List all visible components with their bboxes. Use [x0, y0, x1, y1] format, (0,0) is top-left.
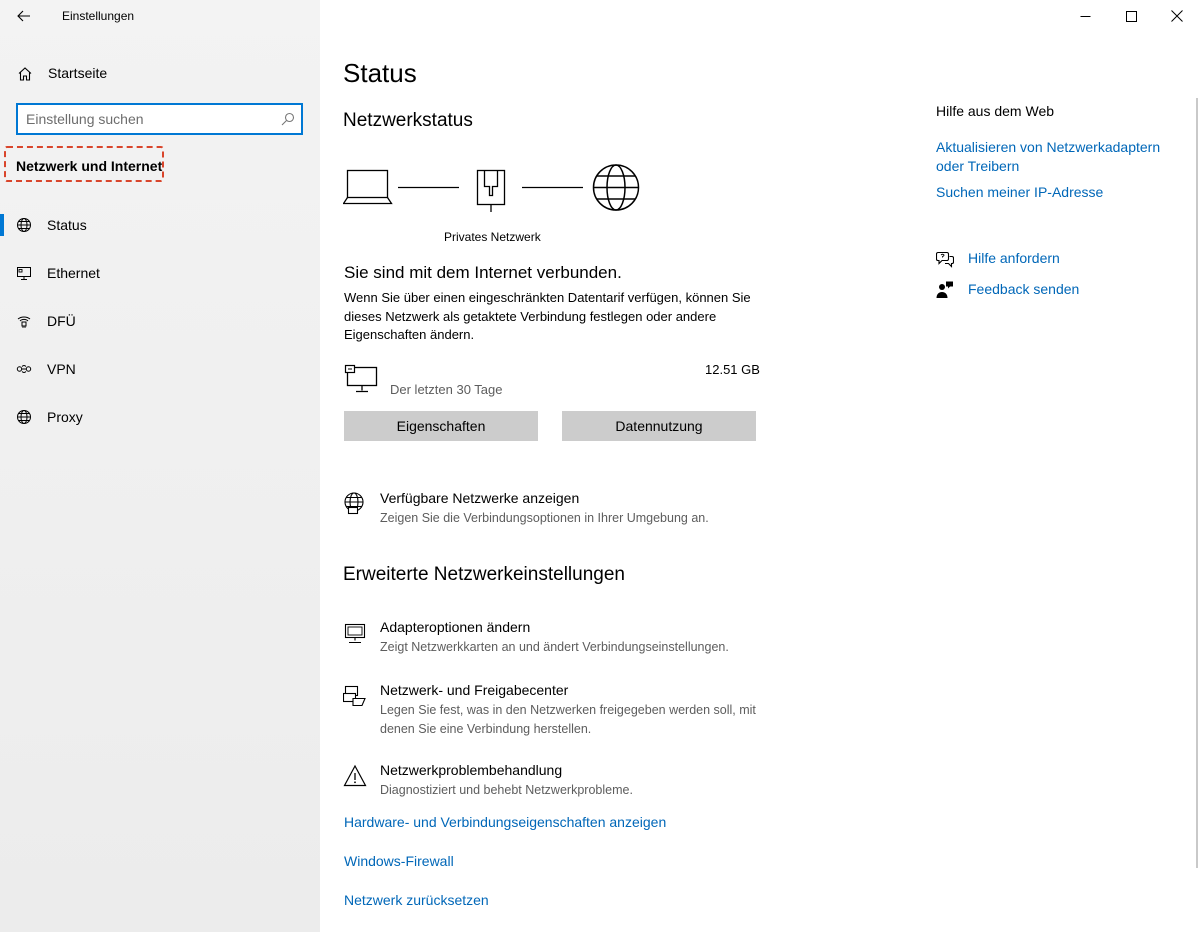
hardware-properties-link[interactable]: Hardware- und Verbindungseigenschaften a…	[344, 814, 666, 830]
main-content: Status Netzwerkstatus Privates Netzwerk …	[320, 0, 1200, 932]
home-icon	[18, 67, 32, 81]
sidebar: Einstellungen Startseite Netzwerk und In…	[0, 0, 320, 932]
close-button[interactable]	[1154, 0, 1200, 32]
home-link[interactable]: Startseite	[0, 58, 320, 88]
get-help-link[interactable]: Hilfe anfordern	[936, 248, 1136, 270]
send-feedback-label: Feedback senden	[968, 281, 1080, 297]
list-item-title: Verfügbare Netzwerke anzeigen	[380, 490, 580, 506]
globe-network-icon	[344, 492, 364, 515]
ethernet-adapter-icon	[344, 364, 378, 393]
maximize-button[interactable]	[1108, 0, 1154, 32]
data-usage-amount: 12.51 GB	[705, 362, 760, 377]
list-item-subtitle: Legen Sie fest, was in den Netzwerken fr…	[380, 703, 756, 736]
data-usage-button[interactable]: Datennutzung	[562, 411, 756, 441]
back-arrow-icon	[17, 10, 30, 22]
maximize-icon	[1125, 10, 1137, 22]
send-feedback-link[interactable]: Feedback senden	[936, 279, 1136, 301]
connection-status: Sie sind mit dem Internet verbunden.	[344, 263, 622, 282]
list-item-subtitle: Zeigt Netzwerkkarten an und ändert Verbi…	[380, 640, 729, 654]
find-ip-link[interactable]: Suchen meiner IP-Adresse	[936, 183, 1103, 202]
update-adapters-link[interactable]: Aktualisieren von Netzwerkadaptern oder …	[936, 138, 1176, 175]
back-button[interactable]	[12, 4, 36, 28]
dialup-icon	[17, 316, 31, 328]
sharing-center-icon	[343, 685, 366, 707]
advanced-settings-heading: Erweiterte Netzwerkeinstellungen	[343, 564, 625, 585]
network-status-heading: Netzwerkstatus	[343, 110, 473, 131]
sidebar-item-label: Ethernet	[47, 265, 100, 281]
sidebar-item-dialup[interactable]: DFÜ	[0, 301, 320, 341]
sidebar-item-label: DFÜ	[47, 313, 76, 329]
warning-icon	[343, 764, 367, 787]
minimize-icon	[1080, 15, 1090, 17]
list-item-subtitle: Zeigen Sie die Verbindungsoptionen in Ih…	[380, 511, 709, 525]
laptop-icon	[343, 169, 393, 205]
sidebar-item-vpn[interactable]: VPN	[0, 349, 320, 389]
connection-description: Wenn Sie über einen eingeschränkten Date…	[344, 290, 751, 342]
globe-icon	[17, 218, 31, 232]
section-title: Netzwerk und Internet	[4, 146, 164, 182]
close-icon	[1171, 10, 1183, 22]
list-item-title: Netzwerkproblembehandlung	[380, 762, 563, 778]
help-heading: Hilfe aus dem Web	[936, 103, 1055, 119]
settings-search[interactable]	[16, 103, 303, 135]
sidebar-item-proxy[interactable]: Proxy	[0, 397, 320, 437]
sidebar-item-ethernet[interactable]: Ethernet	[0, 253, 320, 293]
get-help-label: Hilfe anfordern	[968, 250, 1060, 266]
window-title: Einstellungen	[62, 9, 135, 23]
windows-firewall-link[interactable]: Windows-Firewall	[344, 853, 454, 869]
globe-icon	[17, 410, 31, 424]
sidebar-item-label: Status	[47, 217, 87, 233]
properties-button[interactable]: Eigenschaften	[344, 411, 538, 441]
sidebar-item-label: Proxy	[47, 409, 83, 425]
ethernet-icon	[17, 267, 31, 280]
vpn-icon	[16, 365, 32, 373]
sidebar-item-label: VPN	[47, 361, 76, 377]
internet-globe-icon	[592, 164, 640, 211]
home-label: Startseite	[48, 65, 108, 81]
search-icon[interactable]	[281, 112, 295, 126]
network-diagram	[343, 164, 640, 212]
minimize-button[interactable]	[1062, 0, 1108, 32]
router-icon	[476, 169, 506, 212]
data-usage-period: Der letzten 30 Tage	[390, 382, 503, 397]
list-item-title: Adapteroptionen ändern	[380, 619, 531, 635]
section-title-text: Netzwerk und Internet	[16, 158, 163, 174]
network-name: Privates Netzwerk	[444, 230, 541, 244]
list-item-subtitle: Diagnostiziert und behebt Netzwerkproble…	[380, 783, 633, 797]
page-title: Status	[343, 58, 417, 88]
chat-help-icon	[936, 251, 954, 268]
search-input[interactable]	[26, 105, 271, 133]
sidebar-item-status[interactable]: Status	[0, 205, 320, 245]
network-reset-link[interactable]: Netzwerk zurücksetzen	[344, 892, 489, 908]
feedback-icon	[936, 281, 953, 298]
adapter-icon	[344, 623, 366, 644]
scrollbar[interactable]	[1196, 98, 1198, 868]
list-item-title: Netzwerk- und Freigabecenter	[380, 682, 569, 698]
